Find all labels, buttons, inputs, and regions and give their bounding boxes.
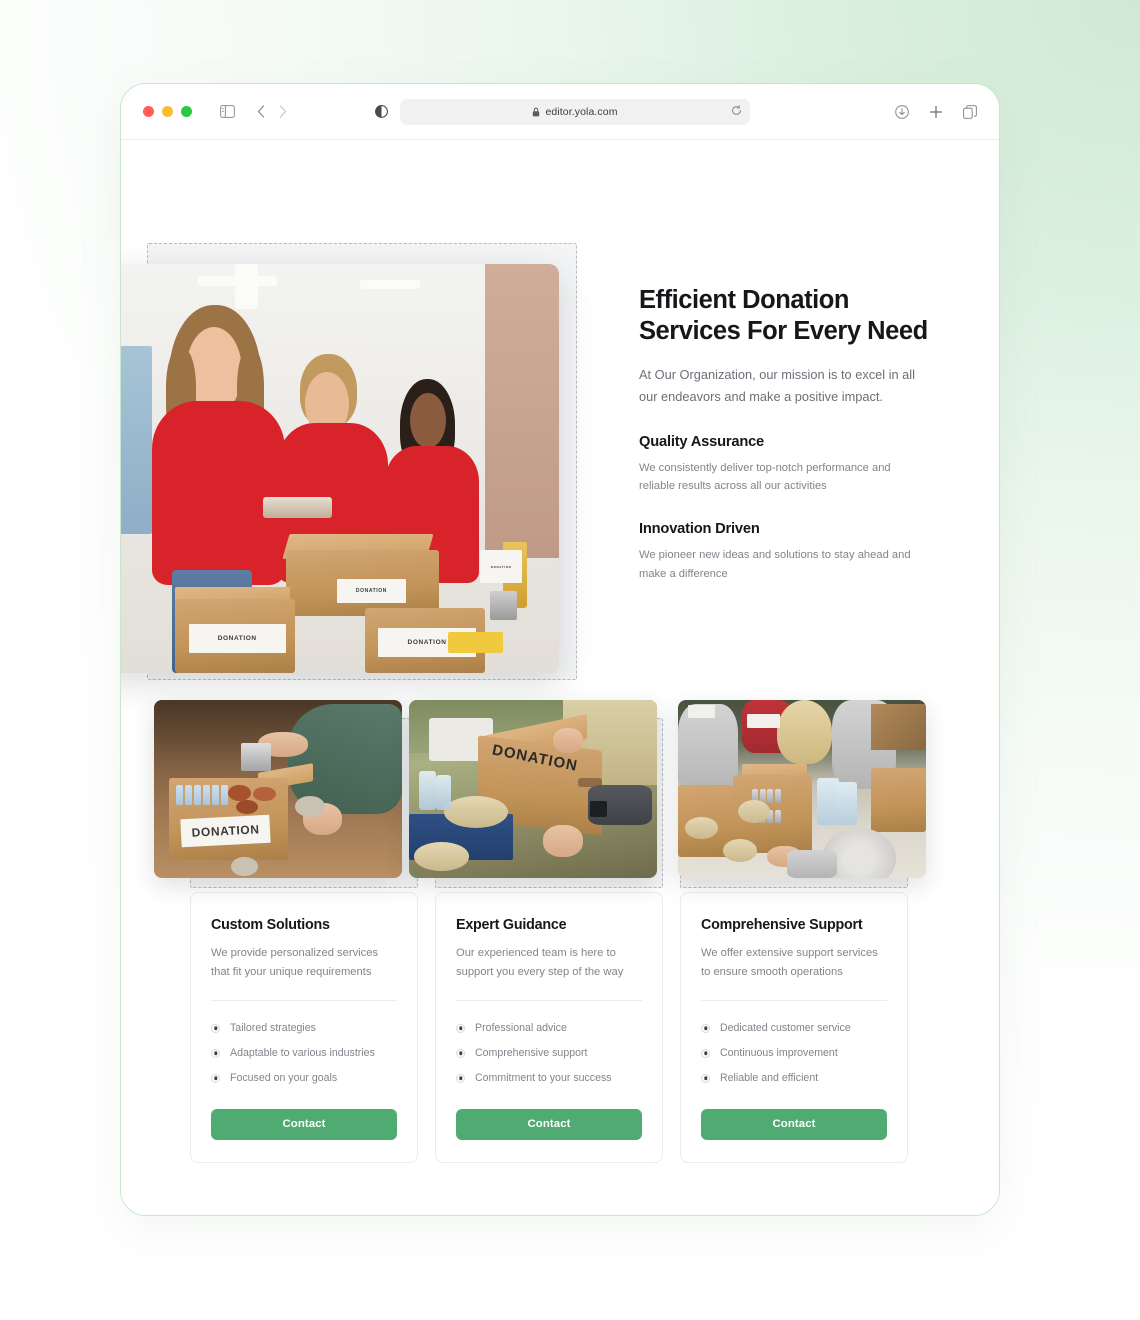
contact-button[interactable]: Contact — [211, 1108, 397, 1140]
card-body: Comprehensive Support We offer extensive… — [680, 892, 908, 1163]
list-item: Dedicated customer service — [701, 1016, 887, 1041]
card-divider — [211, 999, 397, 1001]
list-item: Tailored strategies — [211, 1016, 397, 1041]
card-feature-list: Tailored strategies Adaptable to various… — [211, 1016, 397, 1091]
service-card-comprehensive-support: Comprehensive Support We offer extensive… — [678, 700, 926, 1163]
bullet-icon — [701, 1023, 710, 1033]
hero-feature-innovation-driven: Innovation Driven We pioneer new ideas a… — [639, 521, 939, 582]
bullet-icon — [701, 1073, 710, 1083]
list-item-label: Continuous improvement — [720, 1047, 838, 1060]
card-title: Comprehensive Support — [701, 917, 863, 933]
page-title: Efficient Donation Services For Every Ne… — [639, 286, 928, 345]
bullet-icon — [211, 1073, 220, 1083]
list-item-label: Reliable and efficient — [720, 1072, 819, 1085]
bullet-icon — [701, 1048, 710, 1058]
list-item-label: Professional advice — [475, 1022, 567, 1035]
list-item-label: Adaptable to various industries — [230, 1047, 375, 1060]
hero-feature-title: Quality Assurance — [639, 434, 765, 451]
reader-mode-icon[interactable] — [375, 105, 388, 118]
card-image[interactable]: DONATION — [409, 700, 657, 878]
bullet-icon — [456, 1048, 465, 1058]
hero-feature-title: Innovation Driven — [639, 521, 760, 538]
card1-photo-illustration: DONATION — [154, 700, 402, 878]
card-feature-list: Professional advice Comprehensive suppor… — [456, 1016, 642, 1091]
bullet-icon — [211, 1048, 220, 1058]
hero-feature-description: We consistently deliver top-notch perfor… — [639, 462, 891, 493]
forward-button[interactable] — [279, 105, 287, 118]
bullet-icon — [211, 1023, 220, 1033]
browser-toolbar: editor.yola.com — [121, 84, 999, 140]
card-body: Custom Solutions We provide personalized… — [190, 892, 418, 1163]
card-divider — [456, 999, 642, 1001]
card-image[interactable] — [678, 700, 926, 878]
card-title: Custom Solutions — [211, 917, 330, 933]
list-item: Professional advice — [456, 1016, 642, 1041]
bullet-icon — [456, 1073, 465, 1083]
list-item: Continuous improvement — [701, 1041, 887, 1066]
services-card-section: DONATION Custom Solutions We provide per… — [121, 700, 999, 1163]
list-item: Commitment to your success — [456, 1066, 642, 1091]
list-item: Focused on your goals — [211, 1066, 397, 1091]
tab-overview-icon[interactable] — [963, 104, 977, 119]
hero-subtitle: At Our Organization, our mission is to e… — [639, 367, 915, 405]
reload-icon[interactable] — [731, 103, 742, 121]
list-item: Reliable and efficient — [701, 1066, 887, 1091]
list-item: Comprehensive support — [456, 1041, 642, 1066]
card-body: Expert Guidance Our experienced team is … — [435, 892, 663, 1163]
sidebar-toggle-icon[interactable] — [220, 105, 235, 118]
hero-feature-quality-assurance: Quality Assurance We consistently delive… — [639, 434, 939, 495]
list-item-label: Commitment to your success — [475, 1072, 612, 1085]
list-item-label: Tailored strategies — [230, 1022, 316, 1035]
hero-image[interactable]: DONATION DONATION DONATION DONATION — [121, 264, 559, 673]
list-item-label: Focused on your goals — [230, 1072, 338, 1085]
card-divider — [701, 999, 887, 1001]
close-window-button[interactable] — [143, 106, 154, 117]
window-traffic-lights[interactable] — [143, 106, 192, 117]
card3-photo-illustration — [678, 700, 926, 878]
list-item-label: Dedicated customer service — [720, 1022, 851, 1035]
address-bar[interactable]: editor.yola.com — [400, 98, 750, 125]
hero-section: DONATION DONATION DONATION DONATION Effi… — [121, 140, 999, 680]
card-title: Expert Guidance — [456, 917, 567, 933]
service-card-custom-solutions: DONATION Custom Solutions We provide per… — [154, 700, 418, 1163]
service-card-expert-guidance: DONATION Expert Guidance Our experienced… — [409, 700, 663, 1163]
back-button[interactable] — [257, 105, 265, 118]
card2-photo-illustration: DONATION — [409, 700, 657, 878]
hero-photo-illustration: DONATION DONATION DONATION DONATION — [121, 264, 559, 673]
browser-window: editor.yola.com DONATION DONATION DONATI… — [120, 83, 1000, 1216]
minimize-window-button[interactable] — [162, 106, 173, 117]
contact-button[interactable]: Contact — [456, 1108, 642, 1140]
list-item: Adaptable to various industries — [211, 1041, 397, 1066]
card-feature-list: Dedicated customer service Continuous im… — [701, 1016, 887, 1091]
card-description: We offer extensive support services to e… — [701, 947, 878, 978]
card-description: We provide personalized services that fi… — [211, 947, 379, 978]
lock-icon — [532, 107, 540, 117]
bullet-icon — [456, 1023, 465, 1033]
toolbar-right-actions — [895, 104, 977, 119]
address-bar-url: editor.yola.com — [545, 105, 618, 118]
contact-button[interactable]: Contact — [701, 1108, 887, 1140]
list-item-label: Comprehensive support — [475, 1047, 588, 1060]
download-icon[interactable] — [895, 104, 909, 119]
plus-icon[interactable] — [929, 105, 943, 119]
maximize-window-button[interactable] — [181, 106, 192, 117]
website-canvas: DONATION DONATION DONATION DONATION Effi… — [121, 140, 999, 1215]
card-description: Our experienced team is here to support … — [456, 947, 624, 978]
hero-feature-description: We pioneer new ideas and solutions to st… — [639, 549, 911, 580]
hero-text-block: Efficient Donation Services For Every Ne… — [639, 285, 939, 583]
card-image[interactable]: DONATION — [154, 700, 402, 878]
